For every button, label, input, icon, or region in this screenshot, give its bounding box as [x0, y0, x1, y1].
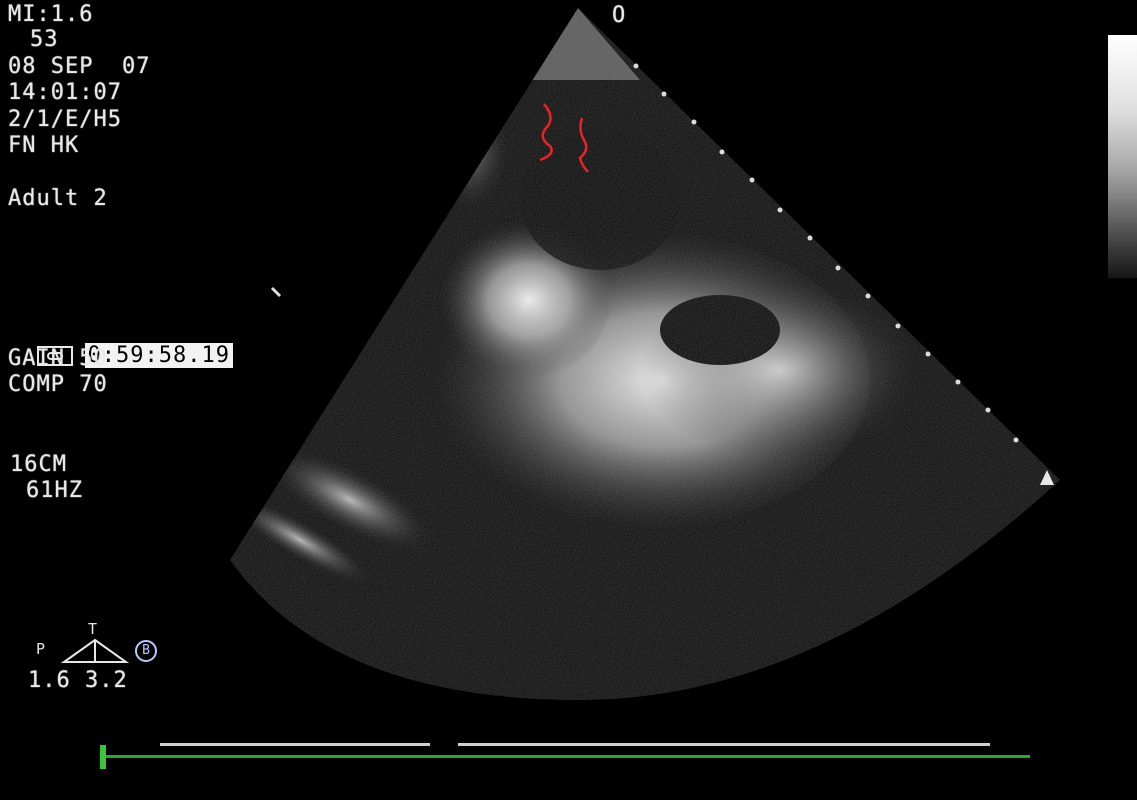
cine-cursor[interactable]	[100, 745, 106, 769]
orientation-marker: O	[612, 3, 627, 28]
time-readout: 14:01:07	[8, 80, 122, 105]
probe-p-label: P	[36, 640, 46, 658]
tis-readout: 53	[30, 27, 59, 52]
depth-readout: 16CM	[10, 452, 67, 477]
cine-timeline[interactable]	[100, 755, 1030, 758]
probe-mode-icon: B	[135, 640, 157, 662]
cine-segment-1	[160, 743, 430, 746]
gain-readout: GAIN 50	[8, 346, 108, 371]
ultrasound-image	[230, 8, 1060, 700]
probe-triangle-icon	[60, 638, 130, 663]
operator-readout: FN HK	[8, 133, 80, 158]
mi-readout: MI:1.6	[8, 2, 94, 27]
date-readout: 08 SEP 07	[8, 54, 151, 79]
mode-readout: 2/1/E/H5	[8, 107, 122, 132]
cine-segment-2	[458, 743, 990, 746]
frame-rate-readout: 61HZ	[26, 478, 83, 503]
comp-readout: COMP 70	[8, 372, 108, 397]
probe-values: 1.6 3.2	[28, 668, 128, 693]
preset-readout: Adult 2	[8, 186, 108, 211]
grayscale-bar	[1108, 35, 1137, 278]
